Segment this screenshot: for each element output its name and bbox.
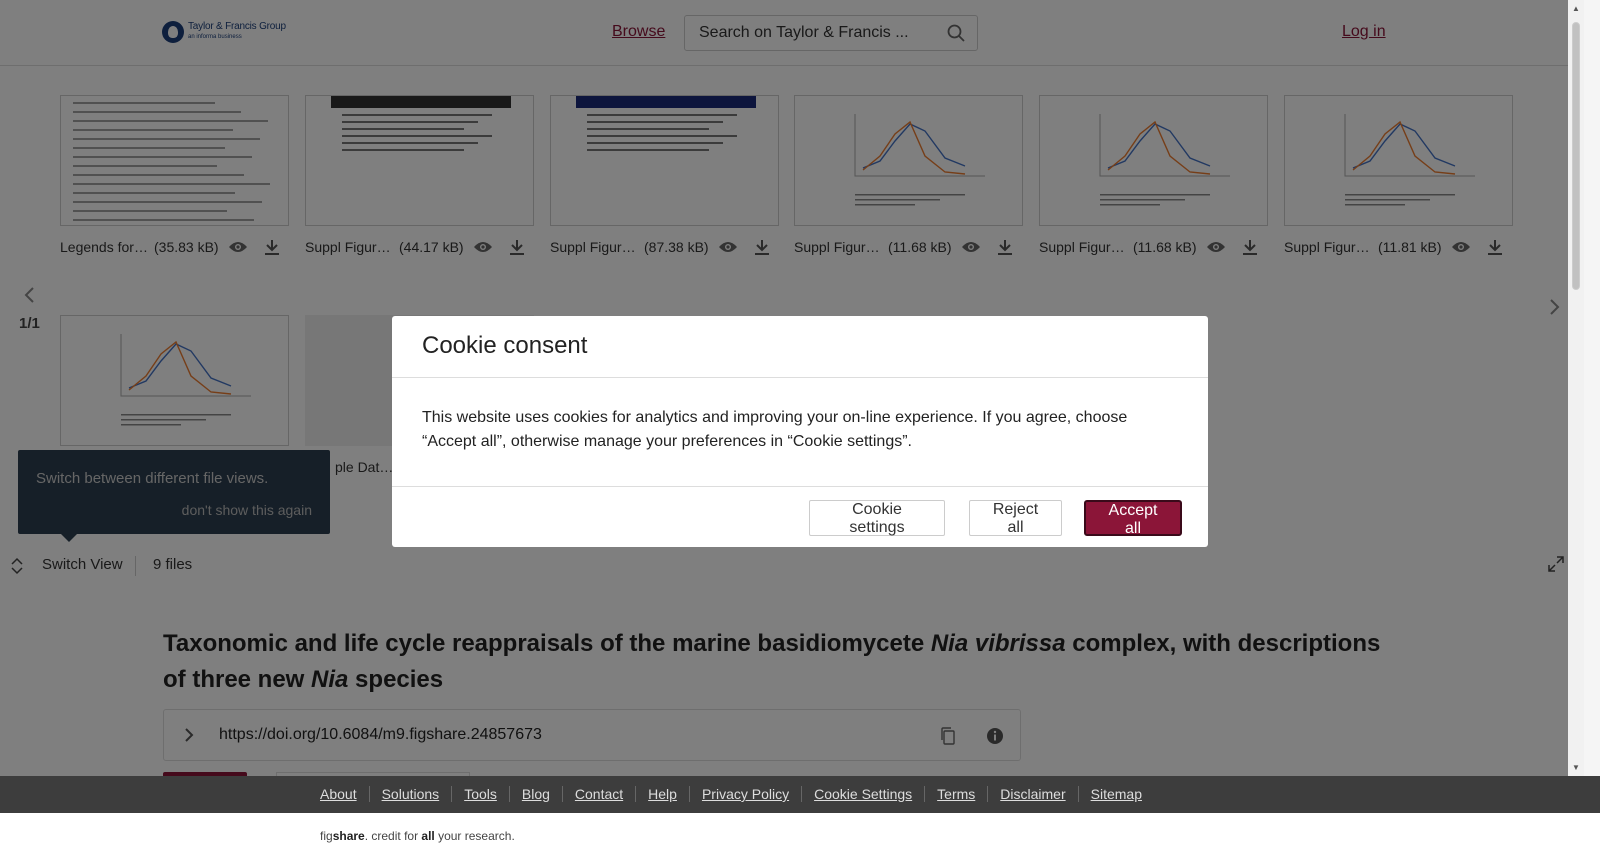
divider — [392, 377, 1208, 378]
footer-link-terms[interactable]: Terms — [925, 786, 989, 802]
scroll-up-icon[interactable]: ▲ — [1572, 4, 1580, 13]
credit-end: your research. — [434, 829, 515, 843]
credit-all: all — [421, 829, 435, 843]
figshare-credit: figshare. credit for all your research. — [320, 829, 515, 843]
scroll-down-icon[interactable]: ▼ — [1572, 763, 1580, 772]
credit-mid: . credit for — [364, 829, 422, 843]
reject-all-button[interactable]: Reject all — [969, 500, 1062, 536]
footer-link-cookie-settings[interactable]: Cookie Settings — [802, 786, 926, 802]
credit-fig: fig — [320, 829, 333, 843]
accept-all-button[interactable]: Accept all — [1084, 500, 1182, 537]
footer-links: About Solutions Tools Blog Contact Help Privac… — [320, 786, 1154, 802]
footer-link-help[interactable]: Help — [636, 786, 690, 802]
cookie-consent-dialog: Cookie consent This website uses cookies… — [392, 316, 1208, 547]
footer-credit-bar: figshare. credit for all your research. — [0, 813, 1600, 861]
scrollbar-thumb[interactable] — [1572, 22, 1580, 290]
scrollbar[interactable]: ▲ ▼ — [1568, 0, 1584, 776]
footer-link-about[interactable]: About — [320, 786, 370, 802]
dialog-body: This website uses cookies for analytics … — [422, 409, 1128, 450]
footer-link-tools[interactable]: Tools — [452, 786, 510, 802]
footer-link-blog[interactable]: Blog — [510, 786, 563, 802]
footer-link-privacy-policy[interactable]: Privacy Policy — [690, 786, 803, 802]
dialog-title: Cookie consent — [422, 332, 588, 359]
credit-share: share — [332, 829, 365, 843]
footer-link-contact[interactable]: Contact — [563, 786, 637, 802]
footer-link-sitemap[interactable]: Sitemap — [1079, 786, 1154, 802]
page: Taylor & Francis Group an informa busine… — [0, 0, 1584, 861]
footer-link-disclaimer[interactable]: Disclaimer — [988, 786, 1079, 802]
site-footer: About Solutions Tools Blog Contact Help Privac… — [0, 776, 1600, 813]
footer-link-solutions[interactable]: Solutions — [370, 786, 453, 802]
cookie-settings-button[interactable]: Cookie settings — [809, 500, 945, 536]
divider — [392, 486, 1208, 487]
